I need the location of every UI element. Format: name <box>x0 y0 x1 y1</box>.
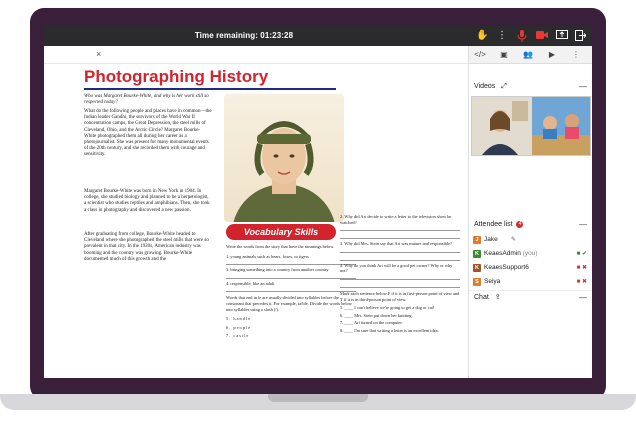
answer-line[interactable] <box>340 274 460 280</box>
chat-label: Chat <box>474 294 489 301</box>
minimize-icon[interactable]: — <box>579 80 587 94</box>
paragraph-3: After graduating from college, Bourke-Wh… <box>84 232 209 262</box>
minimize-icon[interactable]: — <box>579 218 587 232</box>
answer-line[interactable] <box>340 282 460 288</box>
camera-icon[interactable] <box>536 30 548 42</box>
share-icon[interactable]: ⇪ <box>495 294 501 301</box>
pov-instructions: Mark each sentence below F if it is in f… <box>340 290 460 302</box>
document-title: Photographing History <box>84 67 269 86</box>
close-icon[interactable]: × <box>96 49 101 59</box>
avatar: K <box>473 250 481 258</box>
syllable-instructions: Words that end in le are usually divided… <box>226 295 352 312</box>
hand-raise-icon[interactable]: ✋ <box>476 30 488 42</box>
chat-header: Chat ⇪ — <box>469 290 592 304</box>
attendee-list-header: Attendee list 4 — <box>469 218 592 232</box>
question: 4. Why do you think Ari will be a good p… <box>340 262 453 274</box>
avatar: K <box>473 264 481 272</box>
exit-icon[interactable] <box>574 30 587 42</box>
attendee-row[interactable]: K KeaesAdmin (you) ■ ✔ <box>473 248 589 260</box>
worksheet-document: Photographing History Who was Margaret B… <box>44 64 468 378</box>
video-tab-icon[interactable]: ▶ <box>545 49 559 61</box>
video-feeds <box>471 96 591 156</box>
answer-line[interactable] <box>226 259 356 266</box>
chat-icon[interactable]: ✎ <box>511 234 516 246</box>
video-tile-teacher[interactable] <box>472 97 532 155</box>
microphone-icon[interactable] <box>516 30 528 42</box>
answer-line[interactable] <box>226 286 356 293</box>
code-icon[interactable]: </> <box>473 49 487 61</box>
video-tile-students[interactable] <box>532 97 590 155</box>
answer-line[interactable] <box>226 273 356 279</box>
paragraph-1: What do the following people and places … <box>84 109 212 158</box>
question: 2. Why did Ari decide to write a letter … <box>340 214 452 225</box>
users-icon[interactable]: 👥 <box>521 49 535 61</box>
document-tab-bar: × <box>44 46 468 64</box>
side-panel: </> ▣ 👥 ▶ ⋮ Videos ⤢ — Attendee list 4 —… <box>468 46 592 378</box>
title-underline <box>84 88 336 90</box>
attendee-row[interactable]: S Seiya ■ ✖ <box>473 276 589 288</box>
syllable-word: 6. people <box>226 324 252 330</box>
vocab-instructions: Write the words from the story that have… <box>226 244 335 249</box>
syllable-word: 7. castle <box>226 333 250 339</box>
paragraph-2: Margaret Bourke-White was born in New Yo… <box>84 189 210 213</box>
pov-item: 6. ____ Mrs. Stein put down her knitting… <box>340 312 413 318</box>
panel-tabs: </> ▣ 👥 ▶ ⋮ <box>469 46 592 64</box>
attendee-row[interactable]: K KeaesSupport6 ■ ✖ <box>473 262 589 274</box>
attendee-row[interactable]: J Jake ✎ <box>473 234 589 246</box>
comprehension-questions: 2. Why did Ari decide to write a letter … <box>340 214 460 334</box>
minimize-icon[interactable]: — <box>579 291 587 305</box>
chat-bubbles-icon[interactable]: ▣ <box>497 49 511 61</box>
more-icon[interactable]: ⋮ <box>496 30 508 42</box>
attendee-count-badge: 4 <box>516 220 524 228</box>
answer-line[interactable] <box>340 247 460 253</box>
more-options-icon[interactable]: ⋮ <box>569 49 583 61</box>
attendee-name: Seiya <box>484 278 501 285</box>
answer-line[interactable] <box>340 255 460 261</box>
portrait-illustration <box>224 94 344 222</box>
expand-icon[interactable]: ⤢ <box>501 83 507 90</box>
syllable-word: 5. handle <box>226 316 252 322</box>
time-remaining: Time remaining: 01:23:28 <box>194 31 294 40</box>
answer-line[interactable] <box>340 225 460 232</box>
pov-item: 8. ____ I'm sure that writing a letter i… <box>340 327 439 333</box>
camera-mic-status-icon: ■ ✔ <box>576 251 587 257</box>
camera-mic-status-icon: ■ ✖ <box>576 279 587 285</box>
laptop-notch <box>268 394 368 402</box>
videos-label: Videos <box>474 83 496 90</box>
top-bar: Time remaining: 01:23:28 ✋ ⋮ <box>44 26 592 46</box>
videos-header: Videos ⤢ — <box>469 80 592 94</box>
screen: Time remaining: 01:23:28 ✋ ⋮ × Photograp… <box>44 26 592 378</box>
pov-item: 7. ____ Ari turned on the computer. <box>340 320 403 326</box>
attendee-name: Jake <box>484 236 498 243</box>
pov-item: 5. ____ I can't believe we're going to g… <box>340 305 435 311</box>
attendee-name: KeaesAdmin (you) <box>484 250 538 257</box>
vocabulary-skills-banner: Vocabulary Skills <box>226 224 336 240</box>
attendee-list-label: Attendee list <box>474 221 513 228</box>
vocabulary-section: Write the words from the story that have… <box>226 244 356 339</box>
camera-mic-status-icon: ■ ✖ <box>576 265 587 271</box>
answer-line[interactable] <box>340 233 460 240</box>
avatar: S <box>473 278 481 286</box>
attendee-name: KeaesSupport6 <box>484 264 529 271</box>
question: 3. Why did Mrs. Stein say that Ari was m… <box>340 241 452 247</box>
avatar: J <box>473 236 481 244</box>
share-screen-icon[interactable] <box>556 30 568 42</box>
intro-question: Who was Margaret Bourke-White, and why i… <box>84 94 209 105</box>
